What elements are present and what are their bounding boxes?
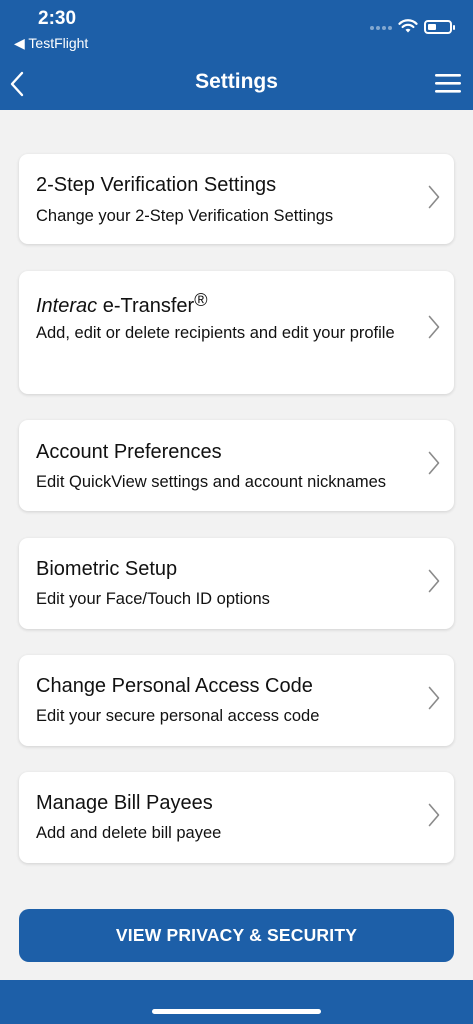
interac-brand-text: Interac [36,295,98,317]
chevron-right-icon [428,803,440,827]
view-privacy-security-button[interactable]: VIEW PRIVACY & SECURITY [19,909,454,962]
registered-mark: ® [194,290,208,310]
settings-item-title: Biometric Setup [36,558,178,580]
hamburger-menu-icon[interactable] [435,72,461,94]
settings-item-title: Manage Bill Payees [36,792,213,814]
settings-item-change-personal-access-code[interactable]: Change Personal Access Code Edit your se… [19,655,454,746]
status-bar: 2:30 ◀ TestFlight [0,0,473,56]
settings-item-interac-e-transfer[interactable]: Interac e-Transfer® Add, edit or delete … [19,271,454,394]
settings-item-title: Account Preferences [36,441,222,463]
bottom-bar [0,980,473,1024]
settings-item-title: Change Personal Access Code [36,675,313,697]
chevron-right-icon [428,686,440,710]
settings-item-title: 2-Step Verification Settings [36,174,277,196]
e-transfer-text: e-Transfer [97,295,195,317]
settings-item-subtitle: Add, edit or delete recipients and edit … [36,324,395,342]
settings-item-biometric-setup[interactable]: Biometric Setup Edit your Face/Touch ID … [19,538,454,629]
status-time: 2:30 [38,8,77,29]
home-indicator[interactable] [152,1009,321,1014]
nav-bar: Settings [0,56,473,110]
chevron-right-icon [428,315,440,339]
chevron-right-icon [428,185,440,209]
chevron-right-icon [428,569,440,593]
settings-item-subtitle: Change your 2-Step Verification Settings [36,207,334,225]
settings-item-title: Interac e-Transfer® [36,290,207,318]
settings-item-manage-bill-payees[interactable]: Manage Bill Payees Add and delete bill p… [19,772,454,863]
chevron-right-icon [428,451,440,475]
settings-item-2-step-verification[interactable]: 2-Step Verification Settings Change your… [19,154,454,244]
back-to-testflight-link[interactable]: ◀ TestFlight [14,35,88,52]
battery-icon [424,20,455,34]
settings-item-account-preferences[interactable]: Account Preferences Edit QuickView setti… [19,420,454,511]
signal-icon [370,26,392,30]
settings-item-subtitle: Add and delete bill payee [36,824,222,842]
wifi-icon [398,19,418,33]
settings-item-subtitle: Edit your Face/Touch ID options [36,590,270,608]
settings-item-subtitle: Edit your secure personal access code [36,707,320,725]
page-title: Settings [195,70,278,93]
settings-item-subtitle: Edit QuickView settings and account nick… [36,473,387,491]
